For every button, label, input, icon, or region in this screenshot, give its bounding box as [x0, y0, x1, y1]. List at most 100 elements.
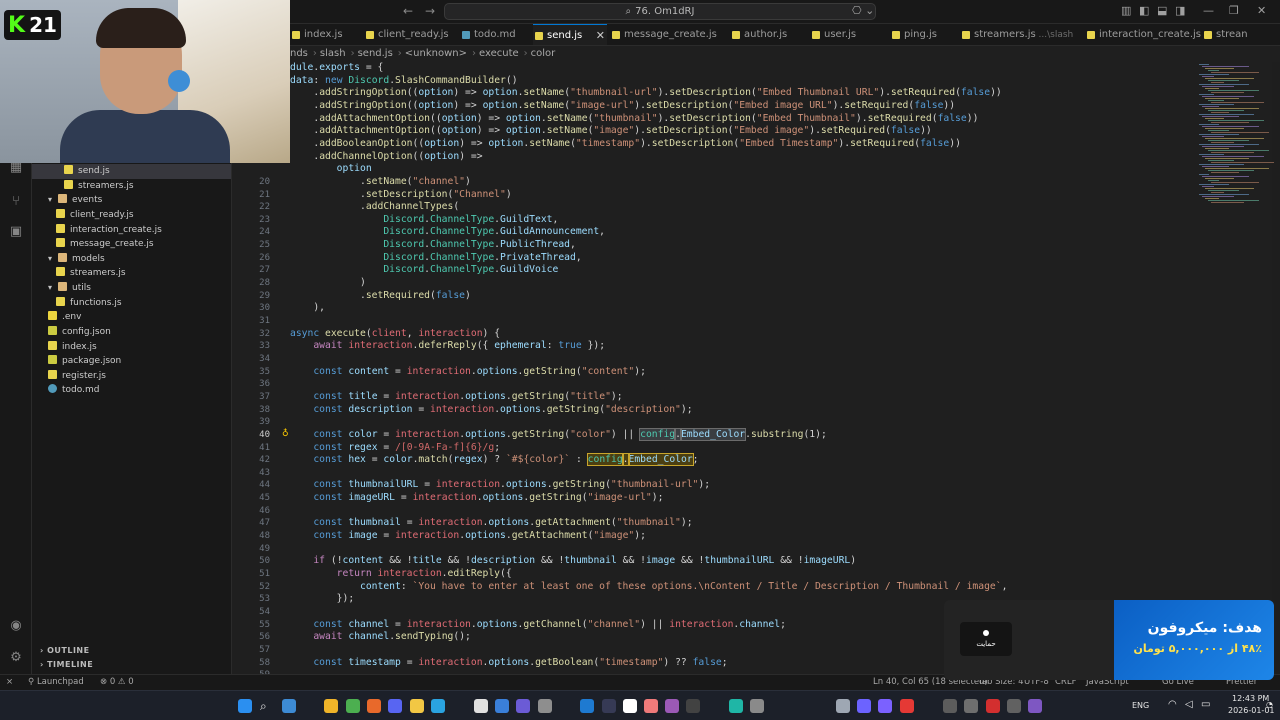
forward-arrow-icon[interactable]: → [425, 4, 435, 18]
volume-icon[interactable]: ◁ [1185, 699, 1193, 710]
code-line[interactable]: const image = interaction.options.getAtt… [290, 530, 646, 541]
tab-todo-md[interactable]: todo.md [460, 24, 530, 45]
notification-icon[interactable]: ◔ [1266, 700, 1273, 709]
tray-icon-9[interactable] [1028, 699, 1042, 713]
breadcrumb-item[interactable]: color [531, 48, 556, 59]
tray-icon-7[interactable] [986, 699, 1000, 713]
folder-item[interactable]: ▾ models [32, 252, 231, 267]
tab-send-js[interactable]: send.js ✕ [533, 24, 607, 45]
file-item[interactable]: .env [32, 310, 231, 325]
code-line[interactable]: return interaction.editReply({ [290, 568, 512, 579]
code-editor[interactable]: 20 21 22 23 24 25 26 27 28 29 30 31 32 33 34 35 36 37 38 39… [232, 62, 1272, 674]
battery-icon[interactable]: ▭ [1201, 699, 1210, 710]
code-line[interactable]: .addChannelOption((option) => [290, 151, 482, 162]
remote-explorer-icon[interactable]: ▣ [8, 224, 24, 240]
tab-index-js[interactable]: index.js [290, 24, 360, 45]
code-line[interactable]: const description = interaction.options.… [290, 404, 692, 415]
copilot-icon[interactable]: ⎔ ⌄ [852, 4, 874, 17]
minimap[interactable] [1195, 62, 1275, 212]
tray-icon-3[interactable] [878, 699, 892, 713]
tray-icon-8[interactable] [1007, 699, 1021, 713]
tab-streamers-js[interactable]: streamers.js ...\slash [960, 24, 1080, 45]
code-line[interactable]: const thumbnail = interaction.options.ge… [290, 517, 692, 528]
code-line[interactable]: if (!content && !title && !description &… [290, 555, 856, 566]
code-line[interactable]: .setDescription("Channel") [290, 189, 512, 200]
file-item[interactable]: todo.md [32, 383, 231, 398]
code-line[interactable]: const regex = /[0-9A-Fa-f]{6}/g; [290, 442, 500, 453]
code-line[interactable]: ) [290, 277, 366, 288]
file-item[interactable]: register.js [32, 369, 231, 384]
layout-sidebar-left-icon[interactable]: ◧ [1139, 4, 1149, 17]
file-item[interactable]: config.json [32, 325, 231, 340]
app-icon-3[interactable] [516, 699, 530, 713]
file-item[interactable]: send.js [32, 164, 231, 179]
code-line[interactable]: .addStringOption((option) => option.setN… [290, 100, 955, 111]
tray-icon-4[interactable] [900, 699, 914, 713]
app-icon-1[interactable] [410, 699, 424, 713]
app-icon-9[interactable] [750, 699, 764, 713]
code-line[interactable]: const timestamp = interaction.options.ge… [290, 657, 727, 668]
source-control-icon[interactable]: ⑂ [8, 194, 24, 210]
discord-icon[interactable] [388, 699, 402, 713]
settings-gear-icon[interactable]: ⚙ [8, 650, 24, 666]
code-line[interactable]: await channel.sendTyping(); [290, 631, 471, 642]
launchpad-item[interactable]: ⚲ Launchpad [28, 675, 84, 690]
chart-app-icon[interactable] [495, 699, 509, 713]
code-line[interactable]: dule.exports = { [290, 62, 383, 73]
wifi-icon[interactable]: ◠ [1168, 699, 1177, 710]
breadcrumb-item[interactable]: send.js [358, 48, 393, 59]
code-line[interactable]: const imageURL = interaction.options.get… [290, 492, 663, 503]
tray-icon-6[interactable] [964, 699, 978, 713]
app-icon-8[interactable] [729, 699, 743, 713]
code-line[interactable]: .setRequired(false) [290, 290, 471, 301]
file-item[interactable]: interaction_create.js [32, 223, 231, 238]
app-icon-2[interactable] [474, 699, 488, 713]
code-line[interactable]: content: `You have to enter at least one… [290, 581, 1007, 592]
maximize-icon[interactable]: ❐ [1229, 4, 1239, 17]
code-line[interactable]: const content = interaction.options.getS… [290, 366, 646, 377]
code-line[interactable]: Discord.ChannelType.GuildAnnouncement, [290, 226, 605, 237]
back-arrow-icon[interactable]: ← [403, 4, 413, 18]
code-line[interactable]: const thumbnailURL = interaction.options… [290, 479, 710, 490]
code-line[interactable]: const hex = color.match(regex) ? `#${col… [290, 453, 699, 467]
language-indicator[interactable]: ENG [1132, 701, 1149, 710]
code-line[interactable]: Discord.ChannelType.GuildVoice [290, 264, 558, 275]
code-line[interactable]: ), [290, 302, 325, 313]
code-line[interactable]: data: new Discord.SlashCommandBuilder() [290, 75, 518, 86]
code-line[interactable]: await interaction.deferReply({ ephemeral… [290, 340, 605, 351]
github-icon[interactable] [686, 699, 700, 713]
code-line[interactable]: .addChannelTypes( [290, 201, 459, 212]
tray-icon-2[interactable] [857, 699, 871, 713]
code-line[interactable]: async execute(client, interaction) { [290, 328, 500, 339]
tray-icon-5[interactable] [943, 699, 957, 713]
close-tab-icon[interactable]: ✕ [596, 25, 605, 45]
file-item[interactable]: functions.js [32, 296, 231, 311]
code-line[interactable]: Discord.ChannelType.GuildText, [290, 214, 558, 225]
app-icon-5[interactable] [623, 699, 637, 713]
file-item[interactable]: index.js [32, 340, 231, 355]
file-item[interactable]: package.json [32, 354, 231, 369]
tab-user-js[interactable]: user.js [810, 24, 886, 45]
code-line[interactable]: .addAttachmentOption((option) => option.… [290, 125, 931, 136]
app-icon-4[interactable] [538, 699, 552, 713]
file-explorer-icon[interactable] [324, 699, 338, 713]
code-line[interactable]: const color = interaction.options.getStr… [290, 427, 827, 441]
vscode-icon[interactable] [580, 699, 594, 713]
obs-icon[interactable] [602, 699, 616, 713]
chrome-icon[interactable] [346, 699, 360, 713]
account-icon[interactable]: ◉ [8, 618, 24, 634]
code-line[interactable]: const title = interaction.options.getStr… [290, 391, 622, 402]
tab-ping-js[interactable]: ping.js [890, 24, 956, 45]
taskbar-search-icon[interactable]: ⌕ [260, 699, 267, 714]
code-line[interactable]: Discord.ChannelType.PublicThread, [290, 239, 576, 250]
layout-panel-icon[interactable]: ⬓ [1157, 4, 1167, 17]
breadcrumb-item[interactable]: execute [479, 48, 519, 59]
file-item[interactable]: streamers.js [32, 266, 231, 281]
file-item[interactable]: streamers.js [32, 179, 231, 194]
code-line[interactable]: .addBooleanOption((option) => option.set… [290, 138, 961, 149]
app-icon-6[interactable] [644, 699, 658, 713]
remote-indicator-icon[interactable]: ⨯ [6, 675, 13, 690]
tab-message_create-js[interactable]: message_create.js [610, 24, 726, 45]
code-line[interactable]: .addAttachmentOption((option) => option.… [290, 113, 978, 124]
windows-start-icon[interactable] [238, 699, 252, 713]
